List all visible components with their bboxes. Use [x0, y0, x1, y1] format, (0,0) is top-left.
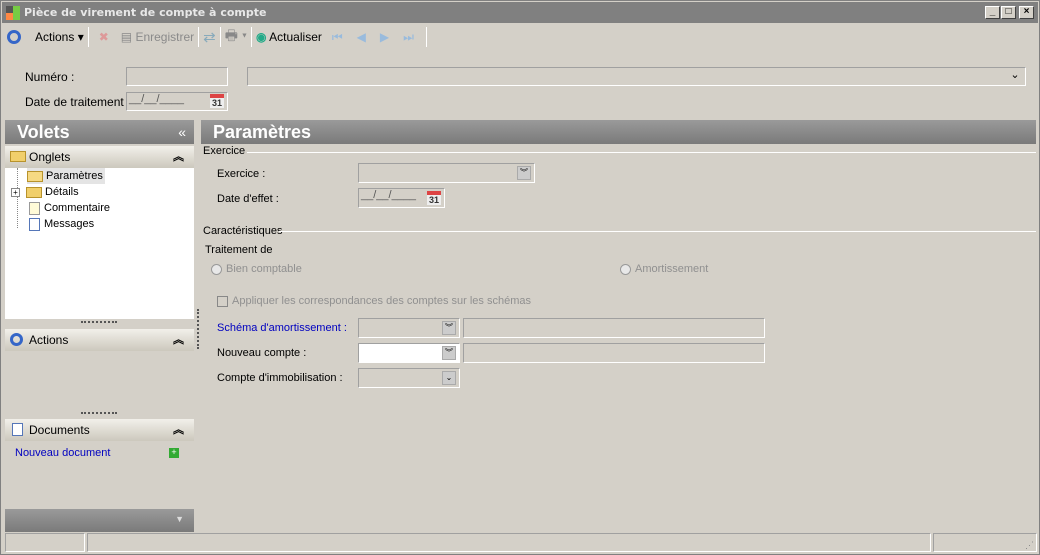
chevron-up-icon[interactable]: ︽ — [173, 419, 184, 441]
next-icon[interactable]: ▶ — [380, 30, 389, 44]
caracteristiques-group-label: Caractéristiques — [203, 225, 283, 237]
tree-item-details[interactable]: + Détails — [11, 184, 79, 200]
tree-item-messages[interactable]: Messages — [27, 216, 94, 232]
calendar-icon[interactable]: 31 — [427, 191, 441, 205]
schema-description — [463, 318, 765, 338]
print-icon[interactable]: 🖶 ▾ — [225, 25, 247, 49]
toolbar: Actions ▾ ✖ ▤ Enregistrer ⇄ 🖶 ▾ ◉ Actual… — [7, 25, 431, 49]
delete-icon[interactable]: ✖ — [99, 30, 109, 44]
calendar-icon[interactable]: 31 — [210, 94, 224, 108]
page-title: Paramètres — [201, 120, 1036, 144]
first-icon[interactable]: ⏮ — [332, 30, 343, 45]
sync-icon[interactable]: ⇄ — [203, 28, 216, 46]
nouveau-compte-combo[interactable]: ︾ — [358, 343, 460, 363]
tree-item-parametres[interactable]: Paramètres — [27, 168, 105, 184]
volets-header: Volets « — [5, 120, 194, 144]
prev-icon[interactable]: ◀ — [357, 30, 366, 44]
date-effet-label: Date d'effet : — [217, 193, 279, 205]
target-icon — [10, 333, 23, 346]
nouveau-compte-description — [463, 343, 765, 363]
window-title: Pièce de virement de compte à compte — [24, 6, 267, 19]
divider — [247, 152, 1036, 153]
divider — [279, 231, 1036, 232]
folder-icon — [10, 151, 26, 162]
add-icon[interactable]: + — [169, 448, 179, 458]
close-button[interactable]: × — [1019, 6, 1034, 19]
last-icon[interactable]: ⏭ — [403, 30, 414, 45]
numero-input[interactable] — [126, 67, 228, 86]
sidebar-footer: ▼ — [5, 509, 194, 532]
radio-bien-comptable[interactable]: Bien comptable — [211, 263, 302, 275]
title-bar: Pièce de virement de compte à compte — [2, 2, 1038, 23]
documents-header[interactable]: Documents ︽ — [5, 419, 194, 441]
numero-label: Numéro : — [25, 70, 75, 84]
date-traitement-input[interactable]: __/__/____ 31 — [126, 92, 228, 111]
exercice-combo[interactable]: ︾ — [358, 163, 535, 183]
maximize-button[interactable]: □ — [1001, 6, 1016, 19]
compte-immobilisation-label: Compte d'immobilisation : — [217, 372, 343, 384]
app-icon — [6, 6, 20, 20]
schema-combo[interactable]: ︾ — [358, 318, 460, 338]
save-button[interactable]: ▤ Enregistrer — [121, 30, 194, 44]
document-icon — [12, 423, 23, 436]
actions-header[interactable]: Actions ︽ — [5, 329, 194, 351]
new-document-link[interactable]: Nouveau document — [15, 447, 110, 459]
chevron-up-icon[interactable]: ︽ — [173, 146, 184, 168]
tree-item-commentaire[interactable]: Commentaire — [27, 200, 110, 216]
minimize-button[interactable]: _ — [985, 6, 1000, 19]
collapse-icon[interactable]: « — [178, 120, 186, 144]
exercice-label: Exercice : — [217, 168, 266, 180]
onglets-tree: Paramètres + Détails Commentaire Messages — [5, 168, 194, 319]
status-panel: ⋰ — [933, 533, 1037, 552]
dropdown-icon[interactable]: ▼ — [175, 514, 184, 524]
compte-immobilisation-combo[interactable]: ⌄ — [358, 368, 460, 388]
vertical-splitter[interactable] — [197, 309, 199, 349]
resize-grip-icon[interactable]: ⋰ — [1025, 540, 1034, 551]
target-icon — [7, 30, 21, 44]
splitter[interactable] — [81, 412, 117, 414]
numero-combo[interactable]: ⌄ — [247, 67, 1026, 86]
schema-label[interactable]: Schéma d'amortissement : — [217, 322, 347, 334]
nouveau-compte-label: Nouveau compte : — [217, 347, 307, 359]
date-traitement-label: Date de traitement : — [25, 95, 131, 109]
radio-amortissement[interactable]: Amortissement — [620, 263, 708, 275]
traitement-label: Traitement de — [205, 244, 273, 256]
status-panel — [87, 533, 931, 552]
onglets-header[interactable]: Onglets ︽ — [5, 146, 194, 168]
date-effet-input[interactable]: __/__/____ 31 — [358, 188, 445, 208]
chevron-up-icon[interactable]: ︽ — [173, 329, 184, 351]
refresh-button[interactable]: ◉ Actualiser — [256, 30, 322, 44]
apply-correspondances-checkbox[interactable]: Appliquer les correspondances des compte… — [217, 295, 531, 307]
exercice-group-label: Exercice — [203, 145, 246, 157]
actions-menu[interactable]: Actions ▾ — [35, 30, 84, 44]
splitter[interactable] — [81, 321, 117, 323]
status-panel — [5, 533, 85, 552]
